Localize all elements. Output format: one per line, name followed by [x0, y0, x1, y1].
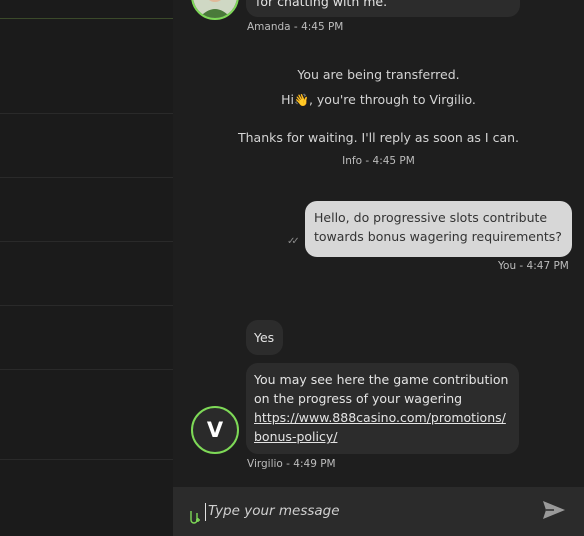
message-bubble-agent: You may see here the game contribution o… [246, 363, 519, 454]
divider [0, 113, 173, 114]
divider [0, 177, 173, 178]
message-text: for chatting with me. [256, 0, 388, 9]
divider [0, 241, 173, 242]
message-line: towards bonus wagering requirements? [314, 229, 562, 244]
message-bubble-agent: for chatting with me. [246, 0, 520, 17]
agent-avatar-amanda [191, 0, 239, 20]
send-icon[interactable] [541, 499, 567, 521]
message-line: Hello, do progressive slots contribute [314, 210, 548, 225]
system-text: , you're through to Virgilio. [308, 92, 476, 107]
message-bubble-agent: Yes [246, 320, 283, 355]
divider [0, 18, 173, 19]
person-avatar-icon [193, 0, 237, 18]
divider [0, 305, 173, 306]
system-message: Hi👋, you're through to Virgilio. [173, 92, 584, 107]
double-check-icon: ✓✓ [287, 236, 300, 247]
paperclip-icon[interactable] [187, 507, 201, 525]
message-meta: Virgilio - 4:49 PM [247, 458, 336, 470]
message-line: on the progress of your wagering [254, 391, 463, 406]
background-page [0, 0, 173, 536]
waving-hand-icon: 👋 [294, 93, 309, 107]
agent-avatar-virgilio: V [191, 406, 239, 454]
message-bubble-user: Hello, do progressive slots contribute t… [305, 201, 572, 257]
text-caret [205, 503, 206, 521]
promotions-link[interactable]: https://www.888casino.com/promotions/ [254, 408, 511, 427]
message-composer [173, 487, 584, 536]
divider [0, 459, 173, 460]
message-meta: Amanda - 4:45 PM [247, 21, 344, 33]
system-message: Thanks for waiting. I'll reply as soon a… [237, 130, 520, 145]
chat-panel[interactable]: for chatting with me. Amanda - 4:45 PM Y… [173, 0, 584, 536]
system-text: Hi [281, 92, 294, 107]
message-text: Yes [254, 330, 275, 345]
message-meta: You - 4:47 PM [498, 260, 569, 272]
divider [0, 369, 173, 370]
system-meta: Info - 4:45 PM [342, 155, 415, 167]
promotions-link[interactable]: bonus-policy/ [254, 427, 511, 446]
message-input[interactable] [208, 499, 518, 523]
system-message: You are being transferred. [297, 67, 460, 82]
message-line: You may see here the game contribution [254, 372, 509, 387]
